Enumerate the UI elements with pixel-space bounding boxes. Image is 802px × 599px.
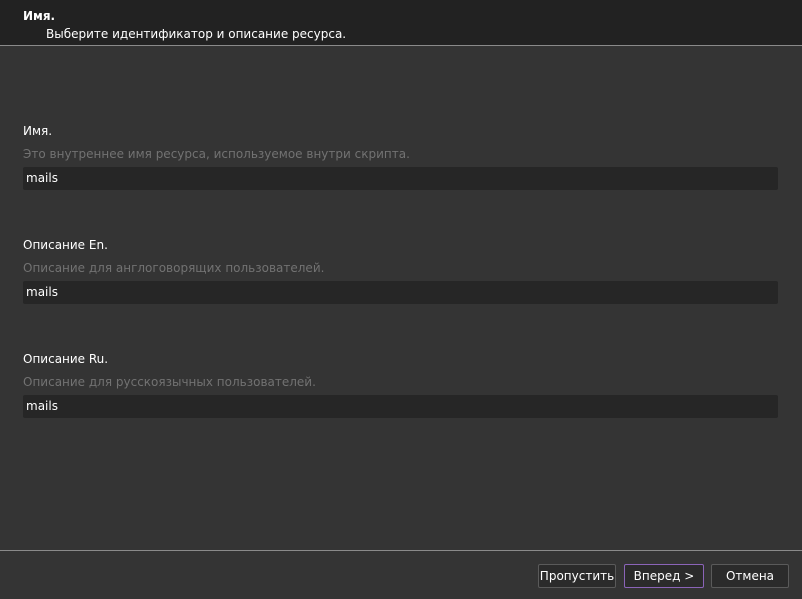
description-ru-label: Описание Ru. bbox=[23, 352, 109, 366]
name-label: Имя. bbox=[23, 124, 53, 138]
description-en-label: Описание En. bbox=[23, 238, 108, 252]
wizard-header: Имя. Выберите идентификатор и описание р… bbox=[0, 0, 802, 46]
description-en-input[interactable] bbox=[23, 281, 778, 304]
description-ru-description: Описание для русскоязычных пользователей… bbox=[23, 375, 316, 389]
footer-divider bbox=[0, 550, 802, 551]
name-input[interactable] bbox=[23, 167, 778, 190]
next-button[interactable]: Вперед > bbox=[624, 564, 704, 588]
header-subtitle: Выберите идентификатор и описание ресурс… bbox=[46, 27, 347, 41]
description-en-description: Описание для англоговорящих пользователе… bbox=[23, 261, 325, 275]
skip-button[interactable]: Пропустить bbox=[538, 564, 616, 588]
name-description: Это внутреннее имя ресурса, используемое… bbox=[23, 147, 410, 161]
wizard-window: Имя. Выберите идентификатор и описание р… bbox=[0, 0, 802, 599]
header-title: Имя. bbox=[23, 9, 56, 23]
cancel-button[interactable]: Отмена bbox=[711, 564, 789, 588]
description-ru-input[interactable] bbox=[23, 395, 778, 418]
